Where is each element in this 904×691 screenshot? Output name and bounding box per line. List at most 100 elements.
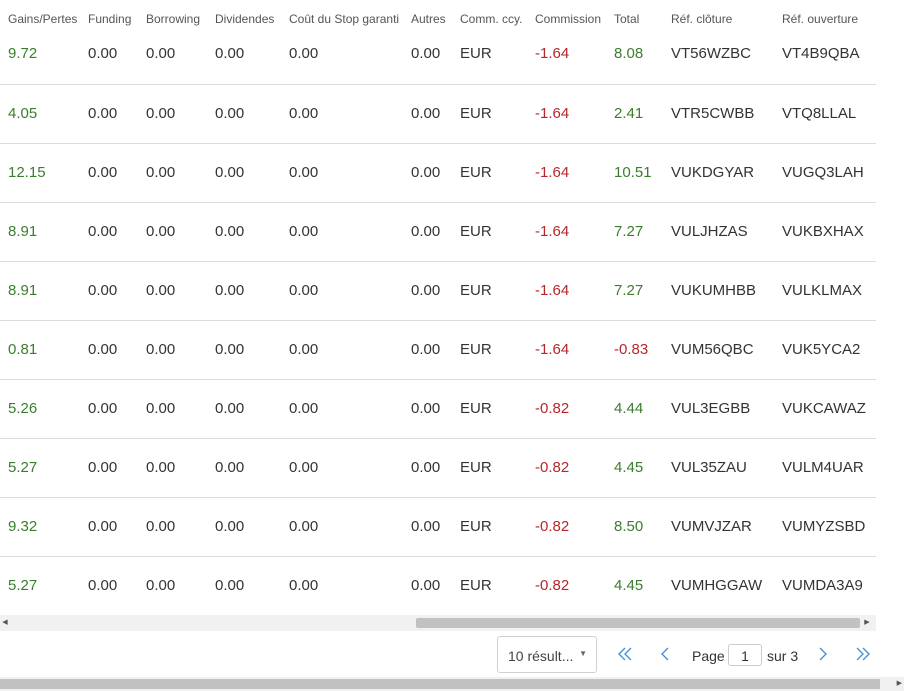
column-header[interactable]: Autres [403, 0, 452, 38]
page-horizontal-scroll-thumb[interactable] [0, 679, 880, 689]
ref-ouverture-cell: VUMDA3A9 [774, 556, 876, 615]
dividendes-cell: 0.00 [207, 497, 281, 557]
commission-cell: -1.64 [527, 202, 606, 262]
commission-cell: -1.64 [527, 143, 606, 203]
comm-ccy-cell: EUR [452, 84, 527, 144]
table-row[interactable]: 8.91 0.00 0.00 0.00 0.00 0.00 EUR -1.64 7.27 VULJ… [0, 202, 876, 262]
dividendes-cell: 0.00 [207, 438, 281, 498]
ref-ouverture-cell: VUKCAWAZ [774, 379, 876, 439]
column-header[interactable]: Commission [527, 0, 606, 38]
double-chevron-right-icon[interactable] [854, 645, 872, 666]
column-header[interactable]: Gains/Pertes [0, 0, 80, 38]
gains-pertes-cell: 5.27 [0, 556, 80, 615]
cout-stop-garanti-cell: 0.00 [281, 320, 403, 380]
comm-ccy-cell: EUR [452, 379, 527, 439]
scroll-right-arrow-icon[interactable]: ▶ [897, 677, 902, 691]
cout-stop-garanti-cell: 0.00 [281, 497, 403, 557]
total-cell: -0.83 [606, 320, 663, 380]
table-row[interactable]: 9.72 0.00 0.00 0.00 0.00 0.00 EUR -1.64 8.08 VT56… [0, 38, 876, 85]
table-row[interactable]: 4.05 0.00 0.00 0.00 0.00 0.00 EUR -1.64 2.41 VTR5… [0, 84, 876, 144]
commission-cell: -1.64 [527, 320, 606, 380]
gains-pertes-cell: 4.05 [0, 84, 80, 144]
horizontal-scrollbar[interactable]: ◀ ▶ [0, 615, 876, 631]
ref-ouverture-cell: VTQ8LLAL [774, 84, 876, 144]
borrowing-cell: 0.00 [138, 202, 207, 262]
chevron-left-icon[interactable] [658, 645, 672, 666]
column-header[interactable]: Réf. clôture [663, 0, 774, 38]
pagination-bar: 10 résult... ▼ Page sur 3 [0, 636, 904, 676]
ref-ouverture-cell: VUGQ3LAH [774, 143, 876, 203]
column-header[interactable]: Total [606, 0, 663, 38]
column-header[interactable]: Borrowing [138, 0, 207, 38]
autres-cell: 0.00 [403, 438, 452, 498]
table-row[interactable]: 12.15 0.00 0.00 0.00 0.00 0.00 EUR -1.64 10.51 VU… [0, 143, 876, 203]
page-number-input[interactable] [728, 644, 762, 666]
column-header[interactable]: Funding [80, 0, 138, 38]
double-chevron-left-icon[interactable] [616, 645, 634, 666]
column-header[interactable]: Comm. ccy. [452, 0, 527, 38]
commission-cell: -0.82 [527, 497, 606, 557]
total-cell: 4.45 [606, 556, 663, 615]
commission-cell: -1.64 [527, 38, 606, 85]
vertical-scrollbar[interactable] [880, 0, 904, 677]
comm-ccy-cell: EUR [452, 438, 527, 498]
cout-stop-garanti-cell: 0.00 [281, 84, 403, 144]
comm-ccy-cell: EUR [452, 202, 527, 262]
autres-cell: 0.00 [403, 261, 452, 321]
commission-cell: -0.82 [527, 556, 606, 615]
dividendes-cell: 0.00 [207, 556, 281, 615]
gains-pertes-cell: 8.91 [0, 261, 80, 321]
funding-cell: 0.00 [80, 38, 138, 85]
table-row[interactable]: 8.91 0.00 0.00 0.00 0.00 0.00 EUR -1.64 7.27 VUKU… [0, 261, 876, 321]
total-cell: 2.41 [606, 84, 663, 144]
autres-cell: 0.00 [403, 143, 452, 203]
chevron-down-icon: ▼ [579, 649, 587, 658]
ref-ouverture-cell: VUK5YCA2 [774, 320, 876, 380]
column-header[interactable]: Coût du Stop garanti [281, 0, 403, 38]
dividendes-cell: 0.00 [207, 38, 281, 85]
funding-cell: 0.00 [80, 438, 138, 498]
total-cell: 10.51 [606, 143, 663, 203]
funding-cell: 0.00 [80, 556, 138, 615]
ref-ouverture-cell: VULM4UAR [774, 438, 876, 498]
dividendes-cell: 0.00 [207, 261, 281, 321]
horizontal-scroll-thumb[interactable] [416, 618, 860, 628]
column-header[interactable]: Réf. ouverture [774, 0, 876, 38]
ref-ouverture-cell: VT4B9QBA [774, 38, 876, 85]
scroll-right-arrow-icon[interactable]: ▶ [862, 615, 872, 631]
page-size-label: 10 résult... [508, 648, 574, 664]
chevron-right-icon[interactable] [816, 645, 830, 666]
autres-cell: 0.00 [403, 202, 452, 262]
column-header[interactable]: Dividendes [207, 0, 281, 38]
ref-ouverture-cell: VULKLMAX [774, 261, 876, 321]
page-horizontal-scrollbar[interactable]: ▶ [0, 677, 904, 691]
commission-cell: -1.64 [527, 261, 606, 321]
table-row[interactable]: 5.27 0.00 0.00 0.00 0.00 0.00 EUR -0.82 4.45 VUL3… [0, 438, 876, 498]
gains-pertes-cell: 9.32 [0, 497, 80, 557]
dividendes-cell: 0.00 [207, 202, 281, 262]
trades-table: Gains/Pertes Funding Borrowing Dividendes Co… [0, 0, 876, 615]
trades-table-container: Gains/Pertes Funding Borrowing Dividendes Co… [0, 0, 876, 615]
table-row[interactable]: 5.27 0.00 0.00 0.00 0.00 0.00 EUR -0.82 4.45 VUMH… [0, 556, 876, 615]
autres-cell: 0.00 [403, 84, 452, 144]
cout-stop-garanti-cell: 0.00 [281, 556, 403, 615]
borrowing-cell: 0.00 [138, 438, 207, 498]
ref-cloture-cell: VUMHGGAW [663, 556, 774, 615]
table-row[interactable]: 0.81 0.00 0.00 0.00 0.00 0.00 EUR -1.64 -0.83 VUM… [0, 320, 876, 380]
cout-stop-garanti-cell: 0.00 [281, 202, 403, 262]
page-size-select[interactable]: 10 résult... ▼ [497, 636, 597, 673]
page-label: Page [692, 648, 725, 664]
dividendes-cell: 0.00 [207, 379, 281, 439]
ref-cloture-cell: VTR5CWBB [663, 84, 774, 144]
borrowing-cell: 0.00 [138, 143, 207, 203]
scroll-left-arrow-icon[interactable]: ◀ [0, 615, 10, 631]
table-row[interactable]: 5.26 0.00 0.00 0.00 0.00 0.00 EUR -0.82 4.44 VUL3… [0, 379, 876, 439]
borrowing-cell: 0.00 [138, 556, 207, 615]
funding-cell: 0.00 [80, 143, 138, 203]
ref-ouverture-cell: VUMYZSBD [774, 497, 876, 557]
table-row[interactable]: 9.32 0.00 0.00 0.00 0.00 0.00 EUR -0.82 8.50 VUMV… [0, 497, 876, 557]
commission-cell: -1.64 [527, 84, 606, 144]
gains-pertes-cell: 9.72 [0, 38, 80, 85]
ref-cloture-cell: VUKUMHBB [663, 261, 774, 321]
borrowing-cell: 0.00 [138, 84, 207, 144]
